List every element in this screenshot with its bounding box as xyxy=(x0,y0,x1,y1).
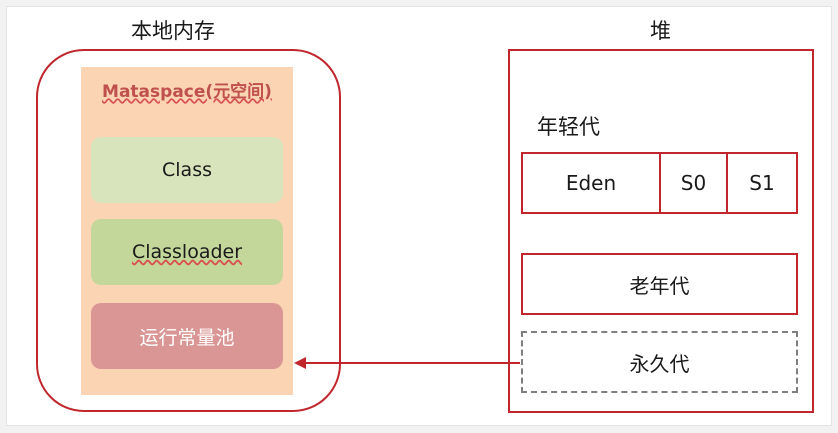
arrow-connector xyxy=(294,357,520,369)
arrowhead-icon xyxy=(294,357,306,369)
